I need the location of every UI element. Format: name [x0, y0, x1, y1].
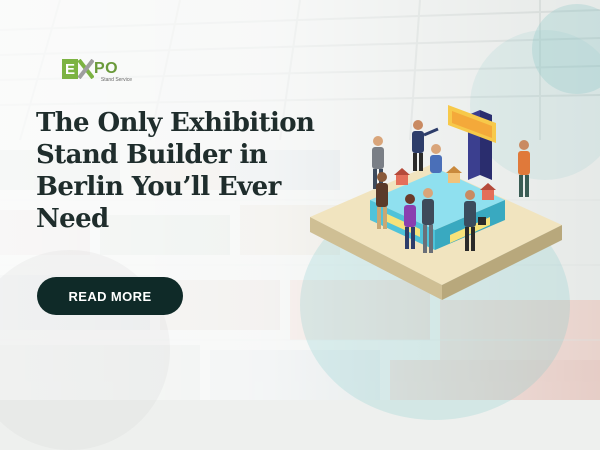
- headline-line-2: Stand Builder in: [36, 140, 268, 170]
- expo-logo[interactable]: E PO Stand Service: [62, 58, 134, 87]
- logo-letters-po: PO: [94, 60, 119, 77]
- logo-x-mark-icon: [77, 58, 95, 80]
- read-more-button[interactable]: READ MORE: [37, 277, 183, 315]
- headline-line-4: Need: [36, 204, 109, 234]
- headline-line-1: The Only Exhibition: [36, 108, 315, 138]
- exhibition-stand-illustration: [300, 95, 570, 314]
- logo-letter-e: E: [62, 59, 78, 79]
- page-headline: The Only Exhibition Stand Builder in Ber…: [36, 107, 336, 235]
- headline-line-3: Berlin You’ll Ever: [36, 172, 281, 202]
